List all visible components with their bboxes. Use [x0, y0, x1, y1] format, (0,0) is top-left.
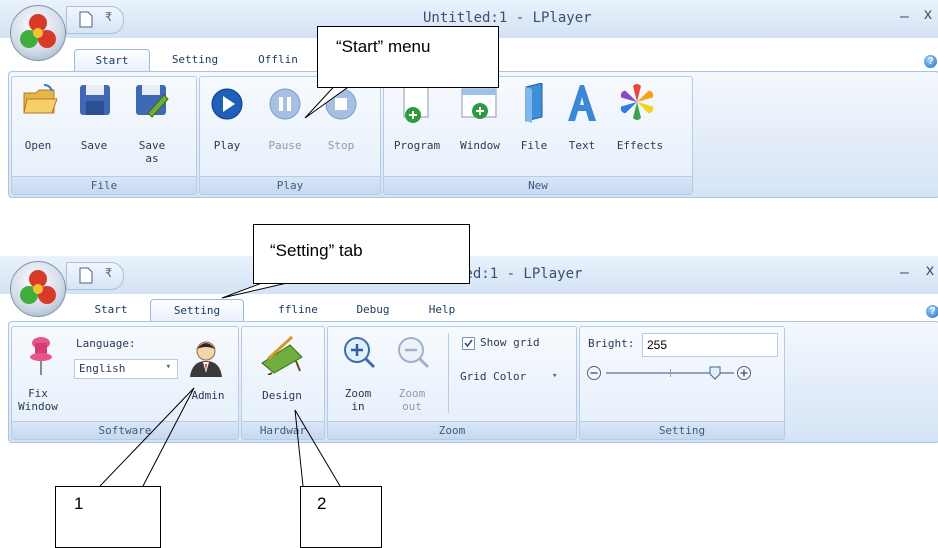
- app-orb-button-2[interactable]: [10, 261, 66, 317]
- design-drafting-icon: [261, 335, 303, 375]
- text-button[interactable]: Text: [560, 139, 604, 152]
- pin-icon: [30, 337, 52, 375]
- admin-user-icon: [190, 341, 222, 377]
- zoom-divider: [448, 333, 449, 413]
- save-disk-icon: [80, 85, 110, 115]
- group-new: Program Window File Text Effects New: [383, 76, 693, 195]
- app-logo-icon: [20, 270, 56, 304]
- checkmark-icon: [464, 339, 473, 348]
- grid-color-dropdown[interactable]: Grid Color: [460, 370, 526, 383]
- annotation-2-text: 2: [317, 494, 327, 513]
- group-setting-label: Setting: [580, 421, 784, 439]
- bright-decrease-icon[interactable]: [586, 365, 602, 381]
- tab-start-2[interactable]: Start: [74, 299, 148, 321]
- save-button[interactable]: Save: [74, 139, 114, 152]
- group-new-label: New: [384, 176, 692, 194]
- play-icon: [211, 88, 243, 120]
- show-grid-checkbox[interactable]: [462, 337, 475, 350]
- minimize-button-2[interactable]: –: [900, 264, 909, 282]
- window-icon: [461, 88, 497, 119]
- program-button[interactable]: Program: [388, 139, 446, 152]
- play-button[interactable]: Play: [206, 139, 248, 152]
- minimize-button[interactable]: –: [900, 8, 909, 26]
- tab-offline[interactable]: Offlin: [248, 49, 308, 71]
- tab-setting[interactable]: Setting: [160, 49, 230, 71]
- setting-callout-pointer: [221, 280, 301, 299]
- start-menu-callout: “Start” menu: [317, 26, 499, 88]
- file-book-icon: [525, 83, 543, 123]
- group-file: Open Save Save as File: [11, 76, 197, 195]
- app-orb-button[interactable]: [10, 5, 66, 61]
- group-file-label: File: [12, 176, 196, 194]
- save-as-icon: [136, 85, 169, 118]
- save-as-button[interactable]: Save as: [132, 139, 172, 165]
- bright-value: 255: [647, 338, 668, 352]
- language-label: Language:: [76, 337, 136, 350]
- text-icon: [568, 85, 596, 121]
- pause-button[interactable]: Pause: [262, 139, 308, 152]
- annotation-1-text: 1: [74, 494, 84, 513]
- show-grid-label: Show grid: [480, 336, 540, 349]
- file-button[interactable]: File: [514, 139, 554, 152]
- qat-dropdown-icon[interactable]: ₹: [105, 10, 112, 24]
- qat-dropdown-icon[interactable]: ₹: [105, 266, 112, 280]
- tab-start[interactable]: Start: [74, 49, 150, 72]
- setting-tab-callout: “Setting” tab: [253, 224, 470, 284]
- language-value: English: [79, 362, 126, 375]
- zoom-out-icon: [398, 337, 430, 369]
- close-button[interactable]: x: [924, 6, 932, 24]
- tab-debug[interactable]: Debug: [348, 299, 398, 321]
- quick-access-toolbar: ₹: [66, 6, 124, 34]
- close-button-2[interactable]: x: [926, 262, 934, 280]
- bright-input[interactable]: 255: [642, 333, 778, 357]
- window-button[interactable]: Window: [454, 139, 506, 152]
- pause-icon: [269, 88, 301, 120]
- annotation-1-box: 1: [55, 486, 161, 548]
- help-icon[interactable]: ?: [924, 55, 937, 68]
- group-setting: Bright: 255 Setting: [579, 326, 785, 440]
- group-play-label: Play: [200, 176, 380, 194]
- window-title: Untitled:1 - LPlayer: [423, 10, 592, 26]
- window-title-2: led:1 - LPlayer: [456, 266, 583, 282]
- effects-button[interactable]: Effects: [612, 139, 668, 152]
- language-select[interactable]: English ▾: [74, 359, 178, 379]
- bright-slider-tick: [670, 369, 671, 377]
- new-document-icon[interactable]: [79, 11, 93, 28]
- app-logo-icon: [20, 14, 56, 48]
- setting-callout-text: “Setting” tab: [270, 241, 363, 260]
- chevron-down-icon: ▾: [552, 371, 558, 381]
- tab-help[interactable]: Help: [420, 299, 464, 321]
- help-icon-2[interactable]: ?: [926, 305, 938, 318]
- program-icon: [403, 86, 429, 123]
- top-ribbon: Open Save Save as File Play Pause Stop P…: [8, 71, 938, 198]
- quick-access-toolbar-2: ₹: [66, 262, 124, 290]
- chevron-down-icon: ▾: [165, 362, 171, 372]
- start-callout-text: “Start” menu: [336, 37, 431, 56]
- bright-increase-icon[interactable]: [736, 365, 752, 381]
- bright-slider-thumb[interactable]: [709, 366, 721, 380]
- new-document-icon[interactable]: [79, 267, 93, 284]
- stop-button[interactable]: Stop: [320, 139, 362, 152]
- effects-icon: [620, 84, 654, 120]
- annotation-2-box: 2: [300, 486, 382, 548]
- zoom-in-icon: [344, 337, 376, 369]
- bright-label: Bright:: [588, 337, 635, 350]
- open-button[interactable]: Open: [18, 139, 58, 152]
- open-folder-icon: [23, 84, 58, 114]
